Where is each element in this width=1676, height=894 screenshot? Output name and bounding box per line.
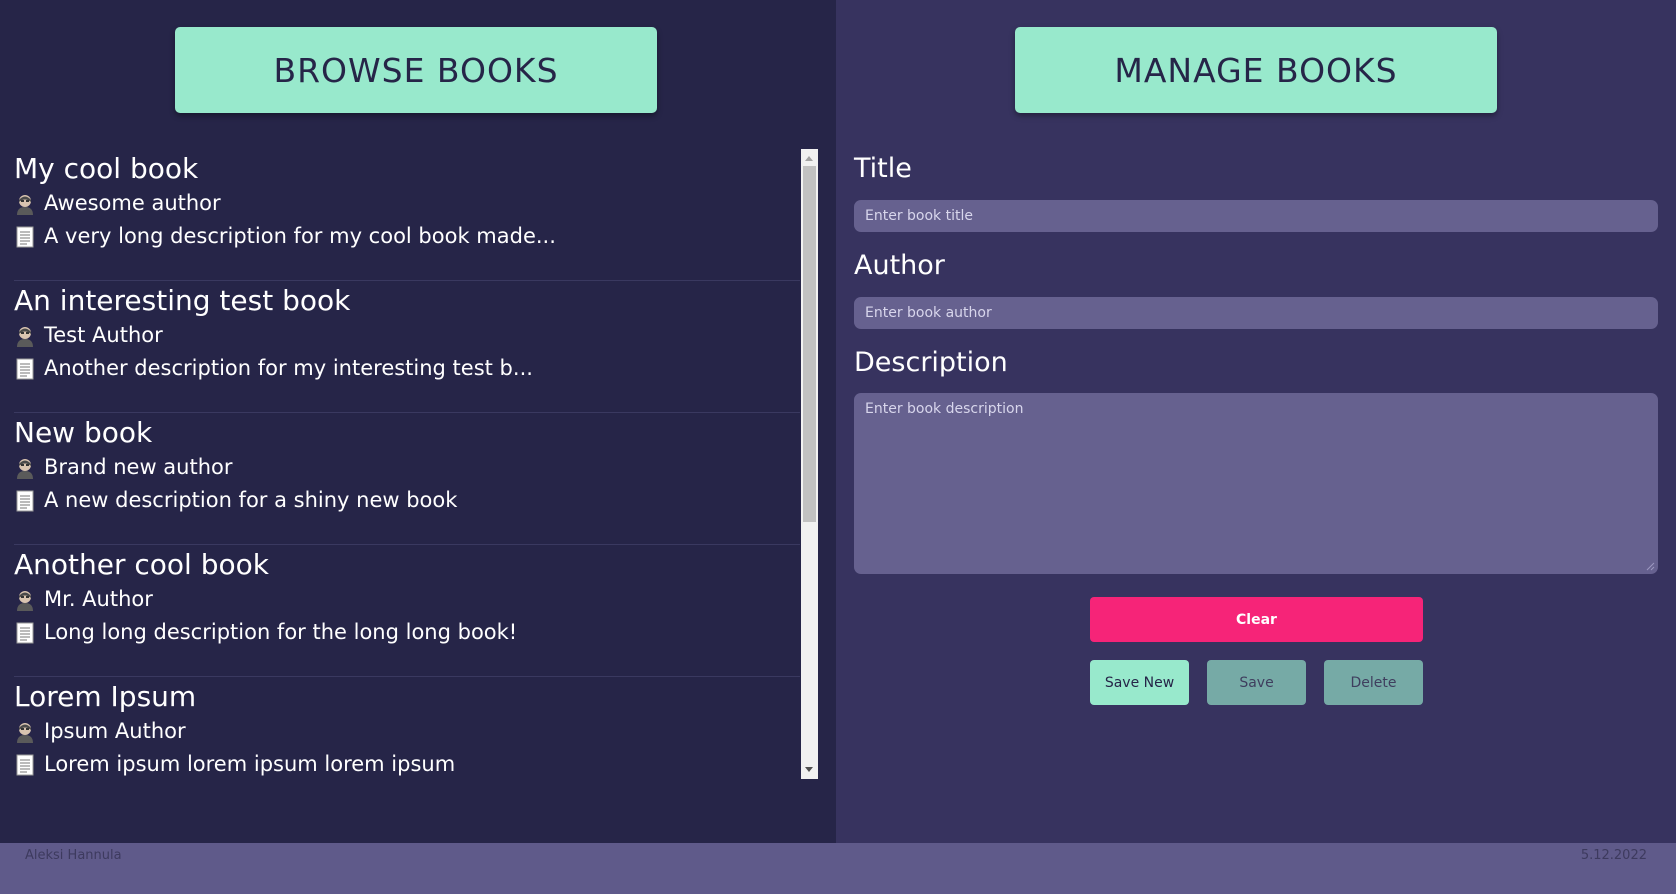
book-description-row: A new description for a shiny new book xyxy=(14,484,800,517)
book-author: Test Author xyxy=(44,323,163,347)
author-input[interactable] xyxy=(854,297,1658,329)
document-icon xyxy=(14,753,36,777)
manage-books-button[interactable]: MANAGE BOOKS xyxy=(1015,27,1497,113)
book-description: Lorem ipsum lorem ipsum lorem ipsum xyxy=(44,752,456,776)
scroll-thumb[interactable] xyxy=(803,166,816,522)
person-icon xyxy=(14,324,36,348)
book-author: Awesome author xyxy=(44,191,221,215)
resize-grip-icon[interactable] xyxy=(1646,562,1655,571)
book-author-row: Ipsum Author xyxy=(14,715,800,748)
book-description-row: Long long description for the long long … xyxy=(14,616,800,649)
book-title: Lorem Ipsum xyxy=(14,680,197,713)
book-list-item[interactable]: New book Brand new author A new descriptio… xyxy=(14,413,800,545)
book-title: Another cool book xyxy=(14,548,269,581)
save-new-button[interactable]: Save New xyxy=(1090,660,1189,705)
book-description: A new description for a shiny new book xyxy=(44,488,458,512)
book-title: New book xyxy=(14,416,153,449)
book-list-item[interactable]: My cool book Awesome author A very long de… xyxy=(14,149,800,281)
delete-button[interactable]: Delete xyxy=(1324,660,1423,705)
browse-books-button[interactable]: BROWSE BOOKS xyxy=(175,27,657,113)
book-list[interactable]: My cool book Awesome author A very long de… xyxy=(14,149,818,779)
book-author: Mr. Author xyxy=(44,587,153,611)
document-icon xyxy=(14,621,36,645)
book-description-row: Another description for my interesting t… xyxy=(14,352,800,385)
book-list-item[interactable]: Another cool book Mr. Author Long long des… xyxy=(14,545,800,677)
document-icon xyxy=(14,357,36,381)
author-label: Author xyxy=(854,250,945,281)
person-icon xyxy=(14,588,36,612)
footer-author: Aleksi Hannula xyxy=(25,848,122,863)
description-label: Description xyxy=(854,347,1008,378)
book-author-row: Test Author xyxy=(14,319,800,352)
person-icon xyxy=(14,192,36,216)
book-description: Long long description for the long long … xyxy=(44,620,518,644)
book-author-row: Mr. Author xyxy=(14,583,800,616)
title-input[interactable] xyxy=(854,200,1658,232)
book-items: My cool book Awesome author A very long de… xyxy=(14,149,800,779)
book-list-item[interactable]: An interesting test book Test Author Anoth… xyxy=(14,281,800,413)
book-list-item[interactable]: Lorem Ipsum Ipsum Author Lorem ipsum lorem… xyxy=(14,677,800,779)
save-button[interactable]: Save xyxy=(1207,660,1306,705)
clear-button[interactable]: Clear xyxy=(1090,597,1423,642)
title-label: Title xyxy=(854,153,912,184)
book-author: Ipsum Author xyxy=(44,719,186,743)
book-title: My cool book xyxy=(14,152,199,185)
book-list-scrollbar[interactable] xyxy=(801,149,818,779)
book-author-row: Brand new author xyxy=(14,451,800,484)
document-icon xyxy=(14,489,36,513)
browse-pane: BROWSE BOOKS My cool book Awesome author A… xyxy=(0,0,836,843)
person-icon xyxy=(14,720,36,744)
footer-date: 5.12.2022 xyxy=(1580,848,1647,863)
scroll-down-arrow-icon[interactable] xyxy=(805,767,813,772)
document-icon xyxy=(14,225,36,249)
book-description: Another description for my interesting t… xyxy=(44,356,533,380)
book-title: An interesting test book xyxy=(14,284,351,317)
book-author: Brand new author xyxy=(44,455,233,479)
book-description-row: A very long description for my cool book… xyxy=(14,220,800,253)
book-author-row: Awesome author xyxy=(14,187,800,220)
manage-pane: MANAGE BOOKS Title Author Description Cl… xyxy=(836,0,1676,843)
book-description: A very long description for my cool book… xyxy=(44,224,556,248)
description-textarea[interactable] xyxy=(854,393,1658,574)
footer: Aleksi Hannula 5.12.2022 xyxy=(0,843,1676,894)
scroll-up-arrow-icon[interactable] xyxy=(805,156,813,161)
person-icon xyxy=(14,456,36,480)
book-description-row: Lorem ipsum lorem ipsum lorem ipsum xyxy=(14,748,800,779)
